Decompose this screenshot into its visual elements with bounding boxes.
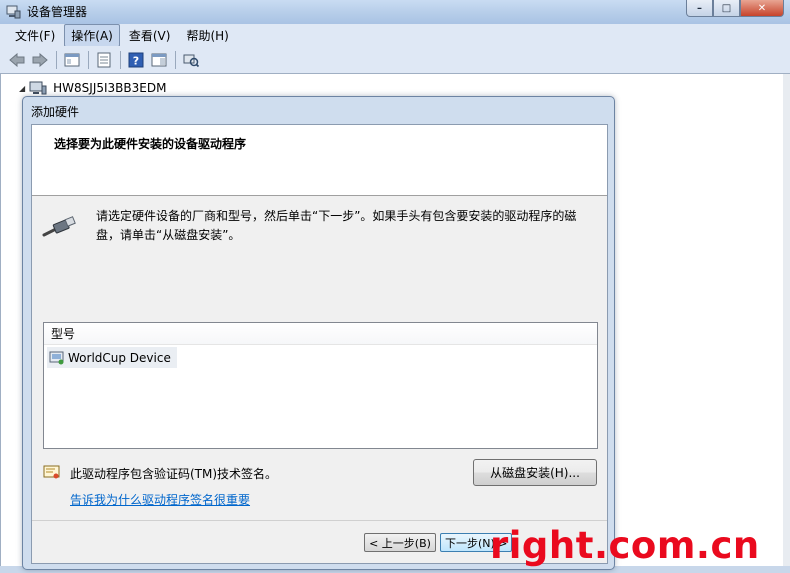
forward-arrow-icon xyxy=(32,52,48,67)
have-disk-button[interactable]: 从磁盘安装(H)... xyxy=(473,459,597,486)
scan-hardware-icon xyxy=(183,54,199,67)
toolbar-separator xyxy=(88,50,89,69)
help-button[interactable]: ? xyxy=(127,51,145,69)
list-column-header[interactable]: 型号 xyxy=(44,323,597,345)
usb-plug-icon xyxy=(42,216,76,237)
watermark-logo: right.com.cn xyxy=(490,524,760,567)
properties-icon xyxy=(97,52,111,67)
add-hardware-dialog: 添加硬件 选择要为此硬件安装的设备驱动程序 请选定硬件设备的厂商和型号，然后单击… xyxy=(22,96,615,570)
back-arrow-icon xyxy=(9,52,25,67)
show-hide-tree-icon xyxy=(64,53,80,66)
toolbar-separator xyxy=(56,50,57,69)
signature-status: 此驱动程序包含验证码(TM)技术签名。 xyxy=(70,467,278,481)
title-bar: 设备管理器 – □ ✕ xyxy=(0,0,790,24)
back-button[interactable] xyxy=(8,51,26,69)
dialog-heading: 选择要为此硬件安装的设备驱动程序 xyxy=(54,137,247,151)
computer-icon xyxy=(29,81,47,95)
device-icon xyxy=(49,351,64,364)
instructions-text: 请选定硬件设备的厂商和型号，然后单击“下一步”。如果手头有包含要安装的驱动程序的… xyxy=(96,209,577,242)
dialog-header: 选择要为此硬件安装的设备驱动程序 xyxy=(32,125,607,196)
action-pane-button[interactable] xyxy=(150,51,168,69)
close-button[interactable]: ✕ xyxy=(740,0,784,17)
vertical-scrollbar[interactable] xyxy=(783,74,790,566)
list-item[interactable]: WorldCup Device xyxy=(47,347,177,368)
model-listbox[interactable]: 型号 WorldCup Device xyxy=(43,322,598,449)
menu-bar: 文件(F) 操作(A) 查看(V) 帮助(H) xyxy=(0,23,790,47)
show-hide-tree-button[interactable] xyxy=(63,51,81,69)
maximize-icon: □ xyxy=(721,2,732,14)
scan-hardware-button[interactable] xyxy=(182,51,200,69)
dialog-content: 选择要为此硬件安装的设备驱动程序 请选定硬件设备的厂商和型号，然后单击“下一步”… xyxy=(31,124,608,564)
dialog-title: 添加硬件 xyxy=(31,105,80,119)
certificate-icon xyxy=(43,465,60,479)
window-title: 设备管理器 xyxy=(27,5,88,19)
help-icon: ? xyxy=(128,52,144,67)
toolbar-separator xyxy=(175,50,176,69)
window-controls: – □ ✕ xyxy=(686,0,784,18)
properties-button[interactable] xyxy=(95,51,113,69)
close-icon: ✕ xyxy=(757,2,767,14)
minimize-button[interactable]: – xyxy=(686,0,713,17)
toolbar: ? xyxy=(0,46,790,74)
dialog-divider xyxy=(32,520,607,521)
menu-view[interactable]: 查看(V) xyxy=(122,24,178,47)
list-item-label: WorldCup Device xyxy=(68,350,171,365)
svg-text:?: ? xyxy=(133,54,139,67)
back-button[interactable]: < 上一步(B) xyxy=(364,533,436,552)
forward-button[interactable] xyxy=(31,51,49,69)
computer-name: HW8SJJ5I3BB3EDM xyxy=(53,81,167,95)
minimize-icon: – xyxy=(697,2,702,14)
tree-root-node[interactable]: ◢ HW8SJJ5I3BB3EDM xyxy=(19,81,166,95)
signature-info-link[interactable]: 告诉我为什么驱动程序签名很重要 xyxy=(70,491,250,508)
toolbar-separator xyxy=(120,50,121,69)
maximize-button[interactable]: □ xyxy=(713,0,740,17)
action-pane-icon xyxy=(151,53,167,66)
menu-action[interactable]: 操作(A) xyxy=(64,23,120,47)
menu-help[interactable]: 帮助(H) xyxy=(179,24,235,47)
expand-arrow-icon[interactable]: ◢ xyxy=(19,84,25,93)
device-manager-icon xyxy=(6,5,21,19)
menu-file[interactable]: 文件(F) xyxy=(8,24,62,47)
